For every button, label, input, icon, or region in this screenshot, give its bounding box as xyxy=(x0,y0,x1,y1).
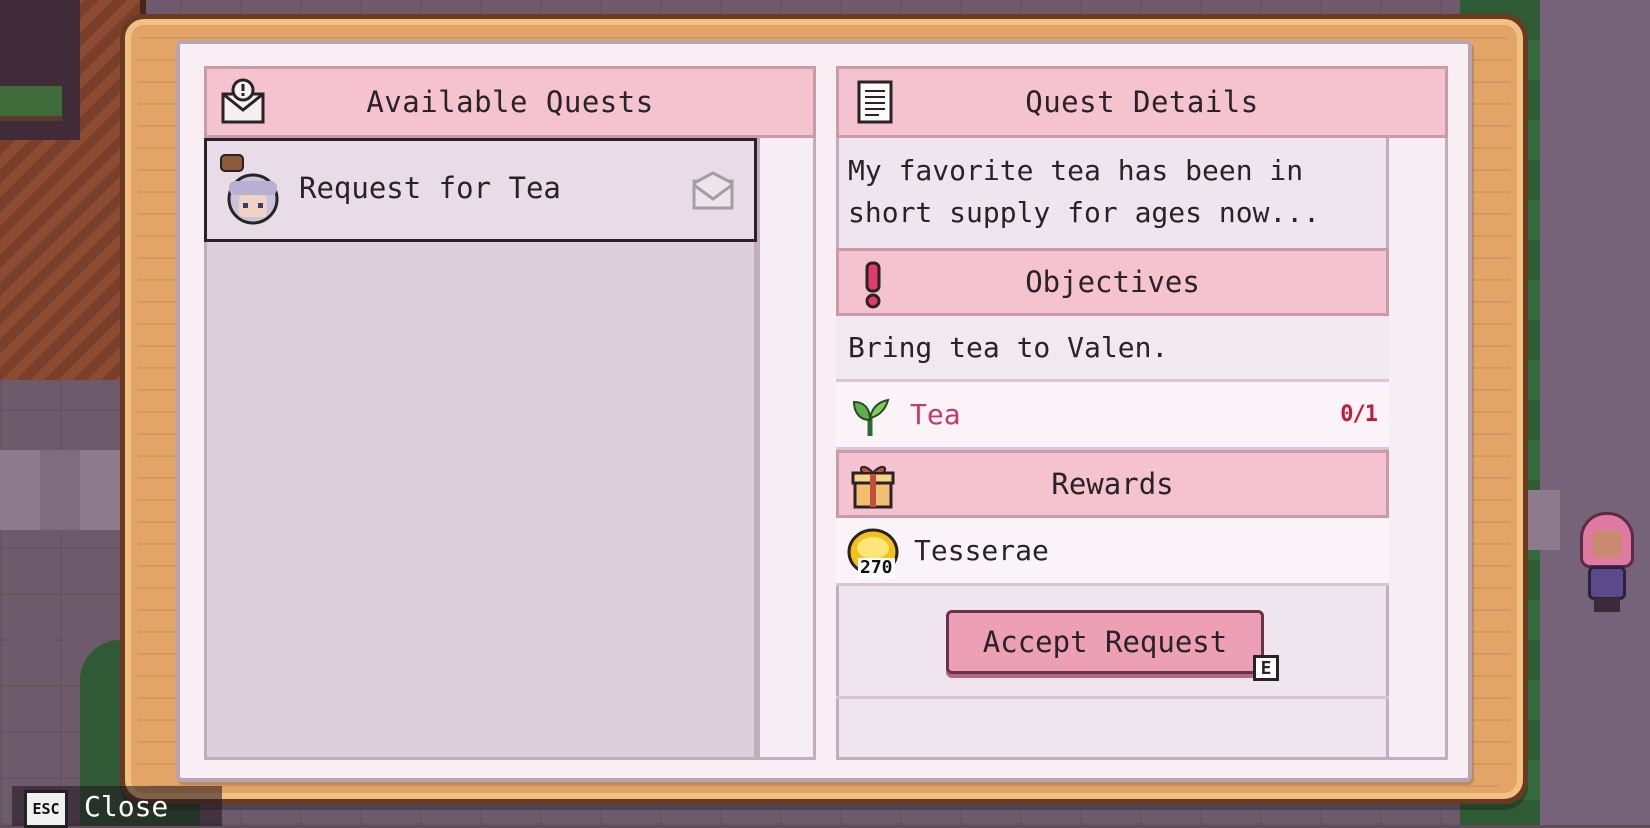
quest-description-line-2: short supply for ages now... xyxy=(848,196,1321,229)
npc-character xyxy=(1580,512,1634,612)
rewards-header: Rewards xyxy=(836,450,1389,518)
quest-details-header: Quest Details xyxy=(836,66,1448,138)
reward-name: Tesserae xyxy=(914,534,1049,567)
document-icon xyxy=(857,80,893,124)
objective-text: Bring tea to Valen. xyxy=(848,331,1169,364)
close-label: Close xyxy=(84,790,169,823)
reward-row: 270 Tesserae xyxy=(836,518,1389,586)
quest-list-scrollbar[interactable] xyxy=(757,138,816,760)
objective-item-row: Tea 0/1 xyxy=(836,382,1389,450)
quest-description-line-1: My favorite tea has been in xyxy=(848,154,1304,187)
npc-body xyxy=(1588,566,1626,600)
planter-box xyxy=(0,86,62,121)
available-quests-title: Available Quests xyxy=(366,85,654,119)
quest-details-panel: Quest Details My favorite tea has been i… xyxy=(836,66,1448,760)
esc-key-icon: ESC xyxy=(24,790,68,828)
quest-description: My favorite tea has been in short supply… xyxy=(848,150,1373,234)
objective-item-progress: 0/1 xyxy=(1340,402,1378,427)
valen-portrait-icon xyxy=(220,154,279,225)
available-quests-header: Available Quests xyxy=(204,66,816,138)
npc-face xyxy=(1592,530,1622,558)
stone-ledge-left xyxy=(0,450,130,530)
accept-request-button[interactable]: Accept Request E xyxy=(946,610,1279,681)
available-quests-panel: Available Quests Request for Tea xyxy=(204,66,816,760)
envelope-icon xyxy=(692,171,734,210)
objectives-title: Objectives xyxy=(1025,265,1200,299)
quest-details-scrollbar[interactable] xyxy=(1389,138,1448,760)
rewards-title: Rewards xyxy=(1051,467,1174,501)
quest-title: Request for Tea xyxy=(299,171,561,205)
objectives-header: Objectives xyxy=(836,248,1389,316)
reward-amount: 270 xyxy=(858,557,895,578)
accept-key-hint: E xyxy=(1253,655,1279,681)
objective-item-name: Tea xyxy=(910,398,961,431)
tea-leaf-icon xyxy=(852,398,890,436)
close-hint[interactable]: ESC Close xyxy=(12,786,222,828)
quest-list-item[interactable]: Request for Tea xyxy=(204,138,757,242)
accept-request-label: Accept Request xyxy=(982,625,1228,659)
exclamation-icon xyxy=(865,261,881,309)
quest-details-title: Quest Details xyxy=(1025,85,1259,119)
envelope-alert-icon xyxy=(221,78,265,124)
objective-description: Bring tea to Valen. xyxy=(836,316,1389,382)
path-right xyxy=(1540,0,1650,825)
npc-legs xyxy=(1594,598,1620,612)
gift-icon xyxy=(851,466,895,509)
details-bottom-divider xyxy=(836,696,1389,699)
